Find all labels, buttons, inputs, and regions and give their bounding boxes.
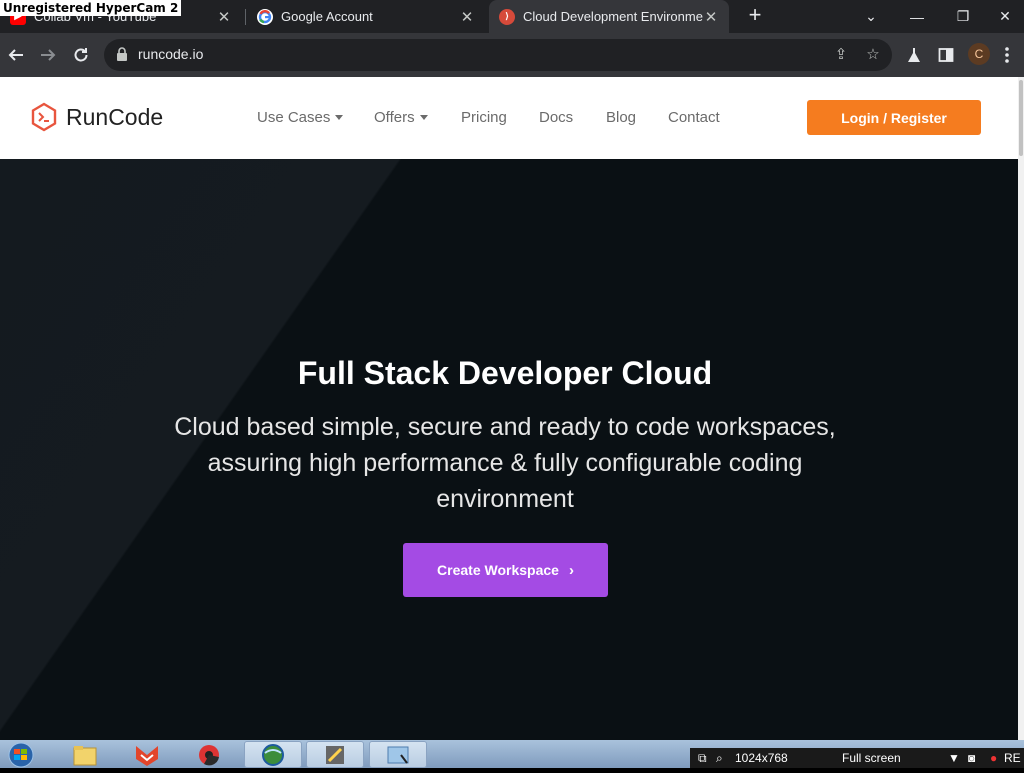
create-workspace-button[interactable]: Create Workspace › [403,543,608,597]
resolution-readout: 1024x768 [735,751,788,765]
back-arrow-icon [8,49,23,61]
runcode-logo-icon [31,102,57,132]
nav-offers[interactable]: Offers [374,109,428,126]
cta-label: Create Workspace [437,562,559,578]
profile-avatar[interactable]: C [968,43,990,65]
google-icon [257,8,273,25]
nav-label: Contact [668,109,720,126]
brand-name: RunCode [66,103,164,130]
restore-button[interactable]: ❐ [940,0,986,33]
bookmark-star-icon[interactable]: ☆ [864,46,882,64]
nav-label: Offers [374,109,415,126]
nav-label: Use Cases [257,109,331,126]
hero-title: Full Stack Developer Cloud [297,355,713,391]
address-bar[interactable]: runcode.io ⇪ ☆ [104,39,892,71]
taskbar-app-window[interactable] [369,741,427,768]
taskbar-app-globe[interactable] [244,741,302,768]
taskbar-app-chrome[interactable] [180,741,238,768]
side-panel-icon[interactable] [935,44,957,66]
fox-app-icon [136,745,158,766]
tab-title: Cloud Development Environment [523,9,703,24]
reload-button[interactable] [66,40,96,70]
hero-section: Full Stack Developer Cloud Cloud based s… [0,159,1018,740]
recorder-watermark: Unregistered HyperCam 2 [0,0,182,16]
login-register-button[interactable]: Login / Register [807,100,981,135]
menu-kebab-icon[interactable] [996,44,1018,66]
close-tab-icon[interactable]: ✕ [703,8,719,26]
capture-mode: Full screen [842,751,901,765]
taskbar-app-fox[interactable] [118,741,176,768]
forward-arrow-icon [41,49,56,61]
caret-down-icon [419,115,428,120]
close-tab-icon[interactable]: ✕ [459,8,475,26]
reload-icon [74,48,88,62]
nav-docs[interactable]: Docs [539,109,573,126]
nav-label: Blog [606,109,637,126]
nav-pricing[interactable]: Pricing [461,109,507,126]
nav-label: Pricing [461,109,507,126]
folder-icon [73,745,97,765]
hero-subtitle-line: environment [436,485,574,513]
tab-search-chevron-icon[interactable]: ⌄ [848,0,894,33]
tab-google-account[interactable]: Google Account ✕ [247,0,485,33]
nav-use-cases[interactable]: Use Cases [257,109,344,126]
nav-label: Docs [539,109,574,126]
close-tab-icon[interactable]: ✕ [216,8,232,26]
magnifier-icon: ⌕ [716,751,723,765]
browser-app-icon [199,744,219,765]
tab-title: Google Account [281,9,373,24]
start-button[interactable] [2,741,40,768]
page-scrollbar[interactable] [1018,77,1024,740]
forward-button[interactable] [33,40,63,70]
nav-blog[interactable]: Blog [606,109,636,126]
recorder-status-bar: ⧉ ⌕ 1024x768 Full screen ▼ ◙ ● RE [690,748,1024,768]
web-page: RunCode Use Cases Offers Pricing Docs Bl… [0,77,1018,740]
windows-start-orb-icon [8,742,34,768]
tab-divider [245,9,246,25]
dropdown-triangle-icon[interactable]: ▼ [948,751,960,765]
hero-subtitle: Cloud based simple, secure and ready to … [150,409,860,517]
runcode-icon: ⟩ [499,8,515,25]
scrollbar-thumb[interactable] [1019,80,1023,156]
nav-contact[interactable]: Contact [668,109,720,126]
url-text: runcode.io [138,46,204,62]
new-tab-button[interactable]: + [744,4,766,26]
tab-cloud-development-environment[interactable]: ⟩ Cloud Development Environment ✕ [489,0,729,33]
hero-subtitle-line: assuring high performance & fully config… [207,449,803,477]
brand-logo[interactable]: RunCode [30,102,163,132]
window-app-icon [387,746,409,764]
minimize-button[interactable]: — [894,0,940,33]
record-dot-icon: ● [990,751,998,765]
camera-icon[interactable]: ◙ [968,751,975,765]
browser-toolbar: runcode.io ⇪ ☆ [0,33,1024,77]
share-icon[interactable]: ⇪ [832,46,850,64]
recorder-app-icon [326,745,344,764]
globe-app-icon [262,743,284,766]
site-header: RunCode Use Cases Offers Pricing Docs Bl… [0,77,1018,159]
lock-icon [117,47,127,61]
record-status: RE [1004,751,1021,765]
taskbar-app-recorder[interactable] [306,741,364,768]
back-button[interactable] [1,40,31,70]
chevron-right-icon: › [568,561,574,579]
caret-down-icon [335,115,344,120]
window-icon: ⧉ [698,751,707,765]
taskbar-explorer[interactable] [56,741,114,768]
hero-subtitle-line: Cloud based simple, secure and ready to … [174,413,836,441]
close-window-button[interactable]: ✕ [986,0,1024,33]
labs-flask-icon[interactable] [903,44,925,66]
